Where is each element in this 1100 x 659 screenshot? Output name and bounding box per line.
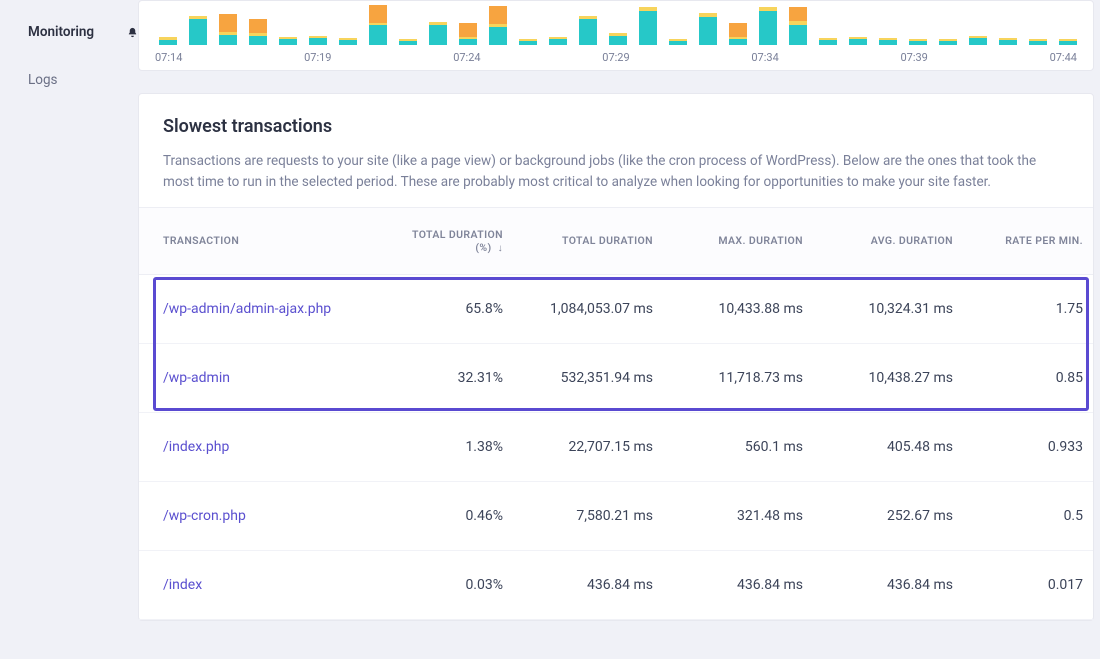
chart-bar[interactable]: [609, 33, 627, 45]
table-row: /index.php1.38%22,707.15 ms560.1 ms405.4…: [139, 413, 1093, 482]
chart-bar[interactable]: [669, 39, 687, 45]
table-body: /wp-admin/admin-ajax.php65.8%1,084,053.0…: [139, 275, 1093, 620]
cell-rate: 0.933: [953, 439, 1083, 455]
cell-pct: 0.46%: [393, 508, 503, 524]
chart-bar[interactable]: [939, 39, 957, 45]
sidebar-item-logs[interactable]: Logs: [0, 66, 138, 94]
chart-bar[interactable]: [459, 23, 477, 45]
cell-pct: 65.8%: [393, 301, 503, 317]
panel-description: Transactions are requests to your site (…: [163, 151, 1069, 193]
chart-bar[interactable]: [339, 38, 357, 45]
cell-avg: 252.67 ms: [803, 508, 953, 524]
sidebar: Monitoring Logs: [0, 0, 138, 659]
chart-bar[interactable]: [639, 7, 657, 45]
chart-bar[interactable]: [369, 5, 387, 45]
x-tick: 07:19: [304, 51, 331, 64]
chart-bar[interactable]: [519, 39, 537, 45]
bell-icon: [127, 27, 138, 38]
chart-bar[interactable]: [909, 39, 927, 45]
chart-bar[interactable]: [219, 14, 237, 45]
chart-bar[interactable]: [309, 36, 327, 45]
sidebar-item-monitoring[interactable]: Monitoring: [0, 18, 138, 46]
x-tick: 07:24: [453, 51, 480, 64]
chart-bar[interactable]: [699, 13, 717, 45]
cell-total: 532,351.94 ms: [503, 370, 653, 386]
chart-bar[interactable]: [819, 38, 837, 45]
cell-rate: 0.85: [953, 370, 1083, 386]
main: 07:14 07:19 07:24 07:29 07:34 07:39 07:44 Slow…: [138, 0, 1100, 621]
chart-x-axis: 07:14 07:19 07:24 07:29 07:34 07:39 07:44: [153, 45, 1079, 64]
chart-bar[interactable]: [249, 19, 267, 45]
col-max-duration[interactable]: MAX. DURATION: [653, 234, 803, 247]
panel-header: Slowest transactions Transactions are re…: [139, 94, 1093, 207]
chart-bar[interactable]: [879, 38, 897, 45]
cell-max: 10,433.88 ms: [653, 301, 803, 317]
table-row: /wp-admin/admin-ajax.php65.8%1,084,053.0…: [139, 275, 1093, 344]
cell-rate: 0.5: [953, 508, 1083, 524]
transaction-link[interactable]: /index: [163, 577, 393, 593]
cell-total: 7,580.21 ms: [503, 508, 653, 524]
cell-avg: 10,438.27 ms: [803, 370, 953, 386]
chart-bar[interactable]: [399, 39, 417, 45]
transaction-link[interactable]: /wp-admin/admin-ajax.php: [163, 301, 393, 317]
transaction-link[interactable]: /wp-cron.php: [163, 508, 393, 524]
panel-title: Slowest transactions: [163, 116, 1069, 137]
cell-max: 436.84 ms: [653, 577, 803, 593]
col-total-pct[interactable]: TOTAL DURATION (%)↓: [393, 228, 503, 254]
cell-rate: 1.75: [953, 301, 1083, 317]
cell-total: 22,707.15 ms: [503, 439, 653, 455]
table-header: TRANSACTION TOTAL DURATION (%)↓ TOTAL DU…: [139, 207, 1093, 275]
x-tick: 07:34: [751, 51, 778, 64]
cell-pct: 0.03%: [393, 577, 503, 593]
cell-max: 321.48 ms: [653, 508, 803, 524]
chart-bar[interactable]: [1059, 39, 1077, 45]
chart-bar[interactable]: [279, 37, 297, 45]
chart-bar[interactable]: [729, 23, 747, 45]
transaction-link[interactable]: /wp-admin: [163, 370, 393, 386]
chart-bars: [153, 1, 1079, 45]
table-row: /wp-cron.php0.46%7,580.21 ms321.48 ms252…: [139, 482, 1093, 551]
chart-bar[interactable]: [579, 16, 597, 45]
cell-avg: 405.48 ms: [803, 439, 953, 455]
timeline-chart: 07:14 07:19 07:24 07:29 07:34 07:39 07:44: [138, 0, 1094, 71]
chart-bar[interactable]: [489, 6, 507, 45]
cell-pct: 1.38%: [393, 439, 503, 455]
x-tick: 07:44: [1050, 51, 1077, 64]
sidebar-item-label: Monitoring: [28, 24, 123, 40]
cell-pct: 32.31%: [393, 370, 503, 386]
col-avg-duration[interactable]: AVG. DURATION: [803, 234, 953, 247]
x-tick: 07:14: [155, 51, 182, 64]
cell-avg: 10,324.31 ms: [803, 301, 953, 317]
cell-max: 11,718.73 ms: [653, 370, 803, 386]
chart-bar[interactable]: [429, 22, 447, 45]
chart-bar[interactable]: [999, 38, 1017, 45]
cell-total: 1,084,053.07 ms: [503, 301, 653, 317]
cell-total: 436.84 ms: [503, 577, 653, 593]
sidebar-item-label: Logs: [28, 72, 138, 88]
transaction-link[interactable]: /index.php: [163, 439, 393, 455]
cell-rate: 0.017: [953, 577, 1083, 593]
chart-bar[interactable]: [159, 37, 177, 45]
chart-bar[interactable]: [789, 7, 807, 45]
col-transaction[interactable]: TRANSACTION: [163, 234, 393, 247]
chart-bar[interactable]: [849, 37, 867, 45]
chart-bar[interactable]: [1029, 39, 1047, 45]
col-total-duration[interactable]: TOTAL DURATION: [503, 234, 653, 247]
chart-bar[interactable]: [549, 37, 567, 45]
slowest-transactions-panel: Slowest transactions Transactions are re…: [138, 93, 1094, 621]
cell-max: 560.1 ms: [653, 439, 803, 455]
table-row: /index0.03%436.84 ms436.84 ms436.84 ms0.…: [139, 551, 1093, 620]
cell-avg: 436.84 ms: [803, 577, 953, 593]
chart-bar[interactable]: [189, 16, 207, 45]
chart-bar[interactable]: [759, 7, 777, 45]
chart-bar[interactable]: [969, 36, 987, 45]
col-rate[interactable]: RATE PER MIN.: [953, 234, 1083, 247]
col-total-pct-label: TOTAL DURATION (%): [412, 228, 503, 254]
table-row: /wp-admin32.31%532,351.94 ms11,718.73 ms…: [139, 344, 1093, 413]
x-tick: 07:29: [602, 51, 629, 64]
x-tick: 07:39: [900, 51, 927, 64]
